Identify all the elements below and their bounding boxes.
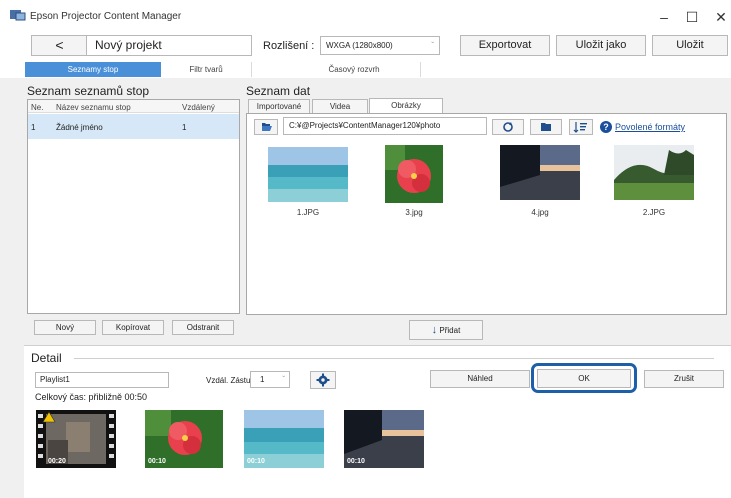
save-as-button[interactable]: Uložit jako xyxy=(556,35,646,56)
image-name: 3.jpg xyxy=(405,208,423,217)
subtab-images[interactable]: Obrázky xyxy=(369,98,443,114)
project-name-field[interactable]: Nový projekt xyxy=(86,35,252,56)
image-thumbnail[interactable] xyxy=(614,145,694,200)
image-thumbnail[interactable] xyxy=(268,147,348,202)
arrow-down-icon: ↓ xyxy=(431,324,438,336)
ok-button[interactable]: OK xyxy=(537,369,631,388)
image-name: 1.JPG xyxy=(296,208,320,217)
resolution-label: Rozlišení : xyxy=(263,40,315,52)
maximize-button[interactable]: ☐ xyxy=(677,6,707,28)
resolution-select[interactable]: WXGA (1280x800) ˇ xyxy=(320,36,440,55)
gear-icon xyxy=(316,373,330,387)
row-remote: 1 xyxy=(182,123,187,132)
help-icon: ? xyxy=(600,121,612,133)
tab-playlists[interactable]: Seznamy stop xyxy=(25,62,161,77)
image-thumbnail[interactable] xyxy=(500,145,580,200)
timeline-item[interactable]: 00:10 xyxy=(344,410,424,468)
sea-image xyxy=(268,147,348,202)
clip-duration: 00:10 xyxy=(247,458,265,465)
settings-button[interactable] xyxy=(310,371,336,389)
clip-duration: 00:20 xyxy=(48,458,66,465)
sunset-image xyxy=(500,145,580,200)
chevron-down-icon: ˇ xyxy=(282,375,285,384)
row-name: Žádné jméno xyxy=(56,123,103,132)
timeline-item[interactable]: 00:10 xyxy=(145,410,223,468)
timeline-item[interactable]: 00:10 xyxy=(244,410,324,468)
open-folder-button[interactable] xyxy=(530,119,562,135)
remote-select[interactable]: 1 ˇ xyxy=(250,371,290,388)
playlist-name-field[interactable]: Playlist1 xyxy=(35,372,169,388)
save-button[interactable]: Uložit xyxy=(652,35,728,56)
playlists-title: Seznam seznamů stop xyxy=(27,84,150,98)
image-name: 4.jpg xyxy=(531,208,549,217)
total-time: Celkový čas: přibližně 00:50 xyxy=(35,392,148,402)
flower-image xyxy=(385,145,443,203)
datalist-title: Seznam dat xyxy=(246,84,311,98)
cancel-button[interactable]: Zrušit xyxy=(644,370,724,388)
folder-open-icon xyxy=(262,123,272,131)
browse-folder-button[interactable] xyxy=(254,119,278,135)
chevron-down-icon: ˇ xyxy=(431,41,434,50)
preview-button[interactable]: Náhled xyxy=(430,370,530,388)
table-row[interactable]: 1 Žádné jméno 1 xyxy=(28,114,239,139)
resolution-value: WXGA (1280x800) xyxy=(326,41,393,50)
tab-schedule[interactable]: Časový rozvrh xyxy=(288,62,420,77)
back-button[interactable]: < xyxy=(31,35,88,56)
row-number: 1 xyxy=(31,123,36,132)
app-icon xyxy=(10,9,26,21)
image-thumbnail[interactable] xyxy=(385,145,443,203)
refresh-icon xyxy=(503,122,513,132)
close-button[interactable]: ✕ xyxy=(706,6,731,28)
column-header: Vzdálený xyxy=(182,103,215,112)
tab-shape-filter[interactable]: Filtr tvarů xyxy=(161,62,251,77)
column-header: Název seznamu stop xyxy=(56,103,131,112)
folder-path-field[interactable]: C:¥@Projects¥ContentManager120¥photo xyxy=(283,117,487,135)
export-button[interactable]: Exportovat xyxy=(460,35,550,56)
clip-duration: 00:10 xyxy=(347,458,365,465)
trees-image xyxy=(614,145,694,200)
refresh-button[interactable] xyxy=(492,119,524,135)
timeline-item[interactable]: 00:20 xyxy=(36,410,116,468)
window-title: Epson Projector Content Manager xyxy=(30,11,182,22)
detail-title: Detail xyxy=(31,351,62,365)
new-playlist-button[interactable]: Nový xyxy=(34,320,96,335)
subtab-imported[interactable]: Importované xyxy=(248,99,310,113)
sort-button[interactable] xyxy=(569,119,593,135)
minimize-button[interactable]: – xyxy=(649,6,679,28)
sort-icon xyxy=(573,122,587,133)
subtab-videos[interactable]: Videa xyxy=(312,99,368,113)
delete-playlist-button[interactable]: Odstranit xyxy=(172,320,234,335)
add-button-label: Přidat xyxy=(439,326,461,335)
allowed-formats-link[interactable]: Povolené formáty xyxy=(615,122,685,132)
add-button[interactable]: ↓ Přidat xyxy=(409,320,483,340)
copy-playlist-button[interactable]: Kopírovat xyxy=(102,320,164,335)
detail-divider xyxy=(74,358,714,359)
clip-duration: 00:10 xyxy=(148,458,166,465)
image-name: 2.JPG xyxy=(642,208,666,217)
tab-divider xyxy=(251,62,252,77)
remote-value: 1 xyxy=(260,375,265,384)
folder-icon xyxy=(541,123,551,131)
tab-divider xyxy=(420,62,421,77)
column-header: Ne. xyxy=(31,103,44,112)
